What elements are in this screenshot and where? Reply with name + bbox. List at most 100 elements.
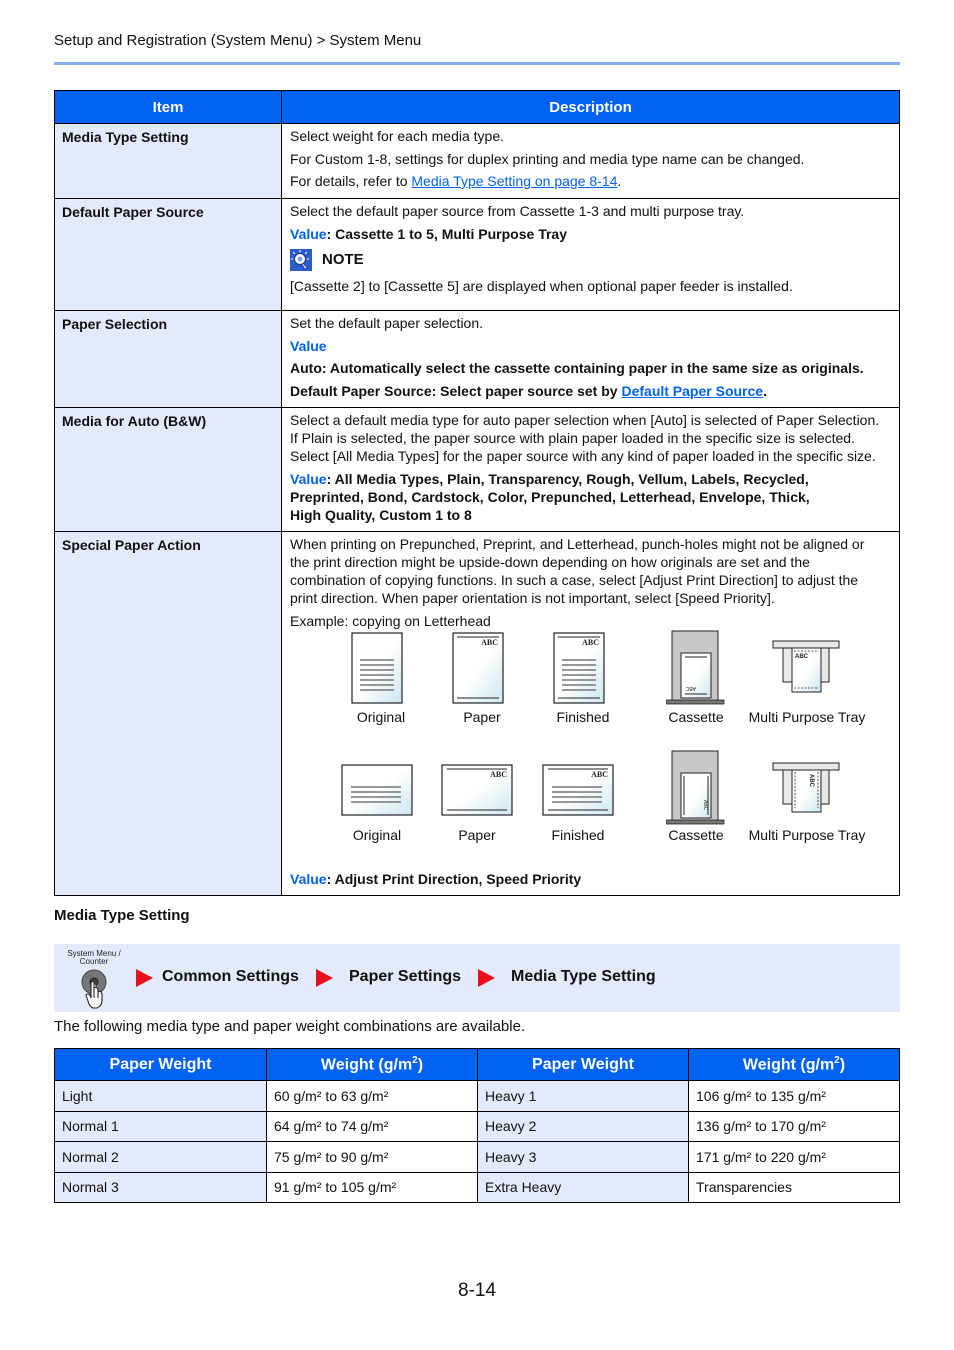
value-label: Value [290, 225, 327, 242]
system-menu-button-icon[interactable] [80, 968, 110, 1010]
paper-weight-range: 64 g/m² to 74 g/m² [266, 1110, 478, 1142]
letterhead-text: ABC [490, 770, 507, 779]
figure-caption: Multi Purpose Tray [748, 708, 866, 725]
item-description: When printing on Prepunched, Preprint, a… [281, 531, 900, 896]
description-text: Set the default paper selection. [290, 315, 484, 331]
multi-purpose-tray-icon: ABC [772, 640, 840, 692]
item-description: Select the default paper source from Cas… [281, 198, 900, 311]
figure-finished-portrait: ABC Finished [553, 631, 609, 725]
description-text: Select a default media type for auto pap… [290, 412, 880, 428]
value-line: Value: Cassette 1 to 5, Multi Purpose Tr… [290, 225, 891, 243]
intro-text: The following media type and paper weigh… [54, 1018, 526, 1035]
page-number: 8-14 [458, 1280, 497, 1301]
column-header-weight: Weight (g/m2) [266, 1048, 478, 1081]
description-text: the print direction might be upside-down… [290, 554, 810, 570]
option-suffix: . [763, 382, 767, 399]
description-text: print direction. When paper orientation … [290, 590, 775, 606]
nav-arrow-icon [316, 969, 333, 987]
figure-original-portrait: Original [351, 631, 405, 725]
letterhead-paper-icon: ABC [441, 763, 513, 816]
section-title: Media Type Setting [54, 907, 190, 924]
item-name: Paper Selection [54, 310, 282, 408]
paper-weight-range: 60 g/m² to 63 g/m² [266, 1080, 478, 1112]
value-label: Value [290, 470, 327, 487]
figure-paper-landscape: ABC Paper [441, 763, 513, 843]
header-text: ) [417, 1056, 424, 1074]
column-header-description: Description [281, 90, 900, 124]
paper-weight-name: Heavy 1 [477, 1080, 689, 1112]
item-description: Select a default media type for auto pap… [281, 407, 900, 532]
description-text: combination of copying functions. In suc… [290, 572, 859, 588]
figure-row-landscape: Original ABC Paper ABC Finished ABC Cass… [290, 750, 891, 868]
paper-weight-name: Heavy 2 [477, 1110, 689, 1142]
description-text: Select [All Media Types] for the paper s… [290, 448, 876, 464]
finished-document-icon: ABC [553, 631, 605, 704]
option-auto: Auto: Automatically select the cassette … [290, 360, 864, 376]
item-name: Media for Auto (B&W) [54, 407, 282, 532]
note-label: NOTE [322, 250, 364, 268]
media-type-setting-link[interactable]: Media Type Setting on page 8-14 [411, 173, 617, 189]
header-text: Weight (g/m [742, 1056, 835, 1074]
description-text: For Custom 1-8, settings for duplex prin… [290, 150, 805, 167]
navigation-path: System Menu / Counter Common Settings Pa… [54, 944, 900, 1012]
paper-weight-range: 171 g/m² to 220 g/m² [688, 1141, 900, 1173]
system-menu-button-label: System Menu / Counter [62, 950, 126, 966]
figure-caption: Multi Purpose Tray [748, 826, 866, 843]
figure-mp-tray-landscape: ABC Multi Purpose Tray [749, 762, 865, 843]
value-text: : All Media Types, Plain, Transparency, … [326, 470, 809, 487]
paper-weight-table: Paper Weight Weight (g/m2) Paper Weight … [54, 1048, 900, 1203]
table-row: Special Paper Action When printing on Pr… [54, 531, 900, 896]
paper-weight-range: 75 g/m² to 90 g/m² [266, 1141, 478, 1173]
cassette-icon: ABC [665, 750, 725, 824]
paper-weight-range: 106 g/m² to 135 g/m² [688, 1080, 900, 1112]
value-text: : Adjust Print Direction, Speed Priority [326, 870, 582, 887]
description-text: Select the default paper source from Cas… [290, 203, 745, 219]
reference-suffix: . [617, 173, 622, 189]
original-document-icon [351, 631, 403, 704]
description-text: If Plain is selected, the paper source w… [290, 430, 855, 446]
nav-arrow-icon [136, 969, 153, 987]
nav-step-paper-settings: Paper Settings [349, 968, 462, 985]
figure-finished-landscape: ABC Finished [542, 763, 614, 843]
description-text: Select weight for each media type. [290, 128, 505, 144]
finished-document-icon: ABC [542, 763, 614, 816]
description-text: When printing on Prepunched, Preprint, a… [290, 536, 865, 552]
header-text: Weight (g/m [320, 1056, 413, 1074]
value-line: Value: Adjust Print Direction, Speed Pri… [290, 870, 891, 888]
table-row: Normal 1 64 g/m² to 74 g/m² Heavy 2 136 … [54, 1110, 900, 1142]
svg-text:ABC: ABC [702, 800, 708, 811]
paper-weight-name: Heavy 3 [477, 1141, 689, 1173]
column-header-item: Item [54, 90, 282, 124]
table-row: Media for Auto (B&W) Select a default me… [54, 407, 900, 532]
table-header-row: Item Description [54, 90, 900, 124]
default-paper-source-link[interactable]: Default Paper Source [621, 383, 763, 399]
reference-line: For details, refer to Media Type Setting… [290, 172, 891, 190]
letterhead-paper-icon: ABC [452, 631, 504, 704]
paper-weight-name: Normal 2 [54, 1141, 267, 1173]
item-name: Media Type Setting [54, 123, 282, 199]
option-default-paper-source: Default Paper Source: Select paper sourc… [290, 382, 891, 400]
breadcrumb: Setup and Registration (System Menu) > S… [54, 32, 422, 49]
option-text: Default Paper Source: Select paper sourc… [290, 382, 622, 399]
header-divider [54, 62, 900, 65]
item-name: Default Paper Source [54, 198, 282, 311]
nav-arrow-icon [478, 969, 495, 987]
reference-prefix: For details, refer to [290, 173, 412, 189]
column-header-weight: Weight (g/m2) [688, 1048, 900, 1081]
item-description: Set the default paper selection. Value A… [281, 310, 900, 408]
button-label-line: Counter [79, 957, 109, 966]
header-text: ) [839, 1056, 846, 1074]
svg-text:ABC: ABC [685, 685, 696, 691]
paper-weight-name: Light [54, 1080, 267, 1112]
column-header-paper-weight: Paper Weight [54, 1048, 267, 1081]
letterhead-text: ABC [481, 638, 498, 647]
settings-table: Item Description Media Type Setting Sele… [54, 90, 900, 896]
letterhead-text: ABC [582, 638, 599, 647]
original-document-icon [341, 763, 413, 816]
paper-weight-range: Transparencies [688, 1171, 900, 1203]
multi-purpose-tray-icon: ABC [772, 762, 840, 812]
note-text: [Cassette 2] to [Cassette 5] are display… [290, 277, 793, 294]
paper-weight-name: Normal 1 [54, 1110, 267, 1142]
lightbulb-note-icon [290, 248, 312, 271]
figure-original-landscape: Original [341, 763, 413, 843]
